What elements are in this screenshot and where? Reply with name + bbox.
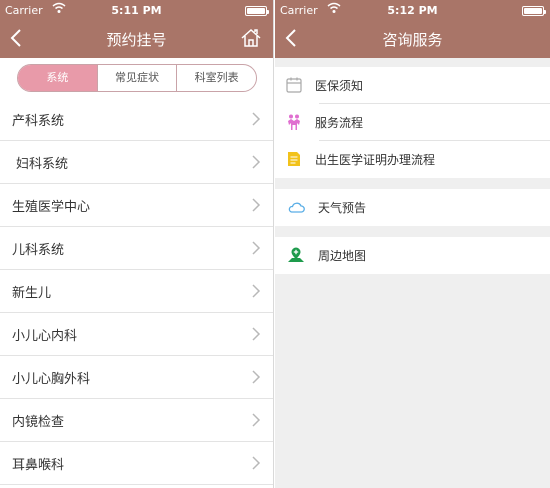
chevron-right-icon	[252, 155, 261, 169]
calendar-icon	[286, 77, 302, 93]
segmented-control: 系统 常见症状 科室列表	[17, 64, 257, 92]
left-screen: Carrier 5:11 PM 预约挂号 系统 常见症状 科室列表 产科系统 妇…	[0, 0, 274, 488]
segment-symptoms[interactable]: 常见症状	[96, 65, 177, 91]
list-item[interactable]: 内镜检查	[0, 399, 273, 442]
home-icon[interactable]	[239, 26, 263, 50]
chevron-right-icon	[252, 112, 261, 126]
chevron-right-icon	[252, 327, 261, 341]
list-item-label: 儿科系统	[12, 243, 65, 258]
left-header: Carrier 5:11 PM 预约挂号	[0, 0, 273, 58]
list-item[interactable]: 小儿心内科	[0, 313, 273, 356]
segmented-control-container: 系统 常见症状 科室列表	[0, 58, 273, 98]
list-item[interactable]: 耳鼻喉科	[0, 442, 273, 485]
navbar: 咨询服务	[275, 20, 550, 58]
service-list: 医保须知 服务流程 出生医学证明办理流程 天气预告 周边地图	[275, 58, 550, 274]
chevron-right-icon	[252, 198, 261, 212]
status-bar: Carrier 5:11 PM	[0, 0, 273, 20]
status-bar: Carrier 5:12 PM	[275, 0, 550, 20]
list-item-label: 内镜检查	[12, 415, 65, 430]
map-group: 周边地图	[275, 237, 550, 274]
list-item-service-process[interactable]: 服务流程	[275, 104, 550, 141]
status-time: 5:12 PM	[387, 4, 438, 17]
service-group: 医保须知 服务流程 出生医学证明办理流程	[275, 67, 550, 178]
navbar: 预约挂号	[0, 20, 273, 58]
battery-icon	[522, 6, 546, 16]
cloud-icon	[288, 202, 305, 213]
list-item-label: 小儿心胸外科	[12, 372, 91, 387]
list-item[interactable]: 妇科系统	[0, 141, 273, 184]
list-item-label: 产科系统	[12, 114, 65, 129]
list-item-label: 周边地图	[318, 249, 367, 263]
chevron-right-icon	[252, 370, 261, 384]
chevron-right-icon	[252, 413, 261, 427]
chevron-right-icon	[252, 284, 261, 298]
page-title: 咨询服务	[382, 31, 443, 49]
battery-icon	[245, 6, 269, 16]
list-item-birth-certificate[interactable]: 出生医学证明办理流程	[275, 141, 550, 178]
map-pin-icon	[288, 247, 304, 262]
list-item-label: 耳鼻喉科	[12, 458, 65, 473]
list-item[interactable]: 生殖医学中心	[0, 184, 273, 227]
page-title: 预约挂号	[106, 31, 167, 49]
list-item-label: 生殖医学中心	[12, 200, 91, 215]
list-item-weather[interactable]: 天气预告	[275, 189, 550, 226]
segment-departments[interactable]: 科室列表	[176, 65, 256, 91]
list-item-label: 医保须知	[315, 79, 364, 93]
weather-group: 天气预告	[275, 189, 550, 226]
status-time: 5:11 PM	[111, 4, 162, 17]
right-screen: Carrier 5:12 PM 咨询服务 医保须知 服务流程 出生医学证明办理流…	[275, 0, 550, 488]
list-item-insurance[interactable]: 医保须知	[275, 67, 550, 104]
list-item-label: 妇科系统	[16, 157, 69, 172]
right-header: Carrier 5:12 PM 咨询服务	[275, 0, 550, 58]
department-list: 产科系统 妇科系统 生殖医学中心 儿科系统 新生儿 小儿心内科 小儿心胸外科 内…	[0, 98, 273, 485]
list-item-label: 新生儿	[12, 286, 52, 301]
list-item-nearby-map[interactable]: 周边地图	[275, 237, 550, 274]
segment-system[interactable]: 系统	[18, 65, 97, 91]
list-item[interactable]: 儿科系统	[0, 227, 273, 270]
chevron-right-icon	[252, 456, 261, 470]
list-item[interactable]: 产科系统	[0, 98, 273, 141]
list-item-label: 小儿心内科	[12, 329, 78, 344]
list-item[interactable]: 新生儿	[0, 270, 273, 313]
document-icon	[288, 152, 300, 166]
list-item-label: 天气预告	[318, 201, 367, 215]
list-item-label: 服务流程	[315, 116, 364, 130]
people-icon	[288, 114, 300, 130]
list-item[interactable]: 小儿心胸外科	[0, 356, 273, 399]
list-item-label: 出生医学证明办理流程	[315, 153, 436, 167]
chevron-right-icon	[252, 241, 261, 255]
